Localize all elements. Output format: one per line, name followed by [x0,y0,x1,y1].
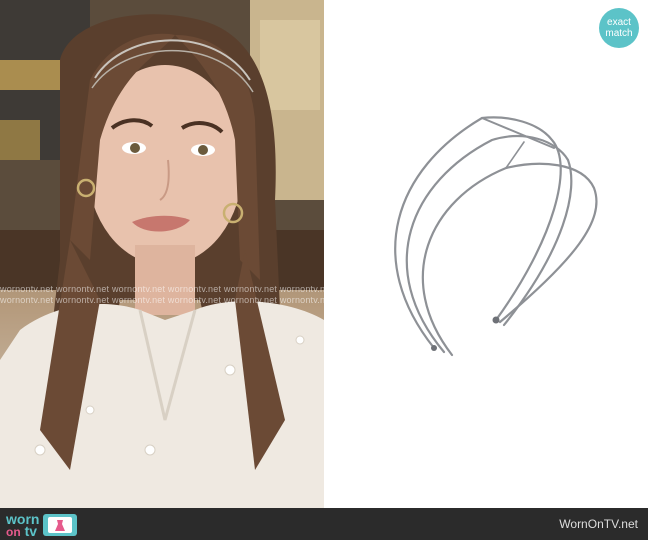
badge-line-1: exact [607,17,631,28]
watermark-text-2: wornontv.net [55,284,110,294]
episode-photo: wornontv.net wornontv.net wornontv.net w… [0,0,324,508]
product-image[interactable] [324,0,648,508]
headband-illustration [394,116,598,357]
badge-line-2: match [605,28,633,39]
site-url: WornOnTV.net [559,517,638,531]
exact-match-badge[interactable]: exact match [599,8,639,48]
logo-word-tv: tv [24,522,38,539]
footer-bar: worn on tv WornOnTV.net [0,508,648,540]
watermark-text-11: wornontv.net [223,295,278,305]
watermark-text-3: wornontv.net [111,284,166,294]
watermark-text-10: wornontv.net [167,295,222,305]
episode-photo-illustration [0,0,324,508]
watermark-text-6: wornontv.net [279,284,324,294]
watermark-text-7: wornontv.net [0,295,54,305]
watermark-text-8: wornontv.net [55,295,110,305]
logo-word-on: on [6,524,21,539]
logo-tv-dress-icon [43,514,78,536]
watermark-text-1: wornontv.net [0,284,54,294]
watermark-text-4: wornontv.net [167,284,222,294]
photo-watermark: wornontv.net wornontv.net wornontv.net w… [0,284,324,306]
watermark-text-9: wornontv.net [111,295,166,305]
watermark-text-12: wornontv.net [279,295,324,305]
watermark-text-5: wornontv.net [223,284,278,294]
logo-wordmark: worn on tv [6,512,39,539]
site-logo[interactable]: worn on tv [6,512,78,539]
